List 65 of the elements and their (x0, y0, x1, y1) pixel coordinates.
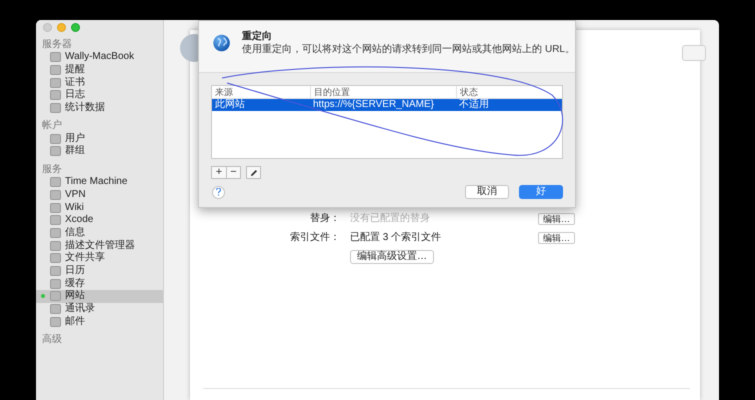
sidebar-item[interactable]: 群组 (36, 145, 163, 158)
app-icon (50, 177, 61, 188)
app-icon (50, 215, 61, 226)
table-row[interactable]: 此网站 https://%{SERVER_NAME} 不适用 (212, 99, 562, 111)
close-button[interactable] (43, 23, 52, 32)
edit-button[interactable] (246, 166, 261, 179)
question-icon (216, 188, 221, 196)
field-label: 索引文件： (289, 231, 340, 244)
sidebar-item[interactable]: VPN (36, 188, 163, 202)
section-title: 高级 (41, 333, 62, 346)
app-icon (50, 228, 61, 238)
zoom-button[interactable] (71, 23, 80, 32)
column-header[interactable]: 来源 (212, 86, 310, 99)
app-icon (50, 278, 61, 289)
sidebar-item[interactable]: 信息 (36, 226, 163, 240)
advanced-settings-button[interactable]: 编辑高级设置… (350, 250, 434, 264)
add-button[interactable]: + (212, 167, 226, 178)
field-label: 替身： (309, 212, 340, 225)
app-icon (50, 240, 61, 251)
section-title: 服务器 (41, 38, 72, 51)
sidebar-item[interactable]: 缓存 (36, 277, 163, 290)
sidebar-item[interactable]: 网站 (36, 290, 163, 303)
sidebar-item[interactable]: 用户 (36, 132, 163, 146)
dialog-title: 重定向 (242, 31, 274, 43)
app-icon (50, 65, 61, 76)
app-icon (50, 103, 61, 114)
app-icon (50, 253, 61, 264)
sidebar-item[interactable]: 描述文件管理器 (36, 239, 163, 252)
sidebar-item[interactable]: Wally-MacBook (36, 51, 163, 64)
sidebar-item[interactable]: 证书 (36, 76, 163, 90)
pencil-icon (250, 168, 258, 176)
cancel-button[interactable]: 取消 (465, 185, 509, 199)
sidebar-item[interactable]: 通讯录 (36, 302, 163, 316)
section-title: 服务 (41, 162, 62, 176)
app-icon (50, 266, 61, 276)
field-value: 没有已配置的替身 (350, 212, 431, 225)
section-title: 帐户 (41, 119, 62, 132)
search-field[interactable] (682, 45, 706, 61)
help-button[interactable] (212, 186, 225, 198)
sidebar-item[interactable]: 统计数据 (36, 102, 163, 114)
app-icon (50, 90, 61, 100)
app-icon (50, 52, 61, 62)
dialog-description: 使用重定向，可以将对这个网站的请求转到同一网站或其他网站上的 URL。 (242, 43, 575, 56)
ok-button[interactable]: 好 (519, 185, 563, 199)
app-icon (50, 291, 61, 302)
minimize-button[interactable] (57, 23, 66, 32)
sidebar-item[interactable]: Xcode (36, 214, 163, 227)
app-icon (50, 146, 61, 156)
edit-button[interactable]: 编辑… (538, 212, 575, 224)
sidebar-item[interactable]: 日志 (36, 89, 163, 102)
sidebar-item[interactable]: 邮件 (36, 315, 163, 328)
app-icon (50, 78, 61, 88)
edit-button[interactable]: 编辑… (538, 232, 575, 244)
sidebar-item[interactable]: 日历 (36, 264, 163, 278)
app-icon (50, 202, 61, 213)
app-icon (50, 316, 61, 327)
field-value: 已配置 3 个索引文件 (350, 231, 442, 244)
app-icon (50, 190, 61, 200)
app-icon (50, 134, 61, 144)
sidebar-item[interactable]: Time Machine (36, 176, 163, 188)
sidebar-item[interactable]: 提醒 (36, 64, 163, 76)
sidebar-item[interactable]: Wiki (36, 201, 163, 214)
sidebar-item[interactable]: 文件共享 (36, 252, 163, 265)
remove-button[interactable]: − (226, 167, 240, 178)
app-icon (50, 304, 61, 314)
